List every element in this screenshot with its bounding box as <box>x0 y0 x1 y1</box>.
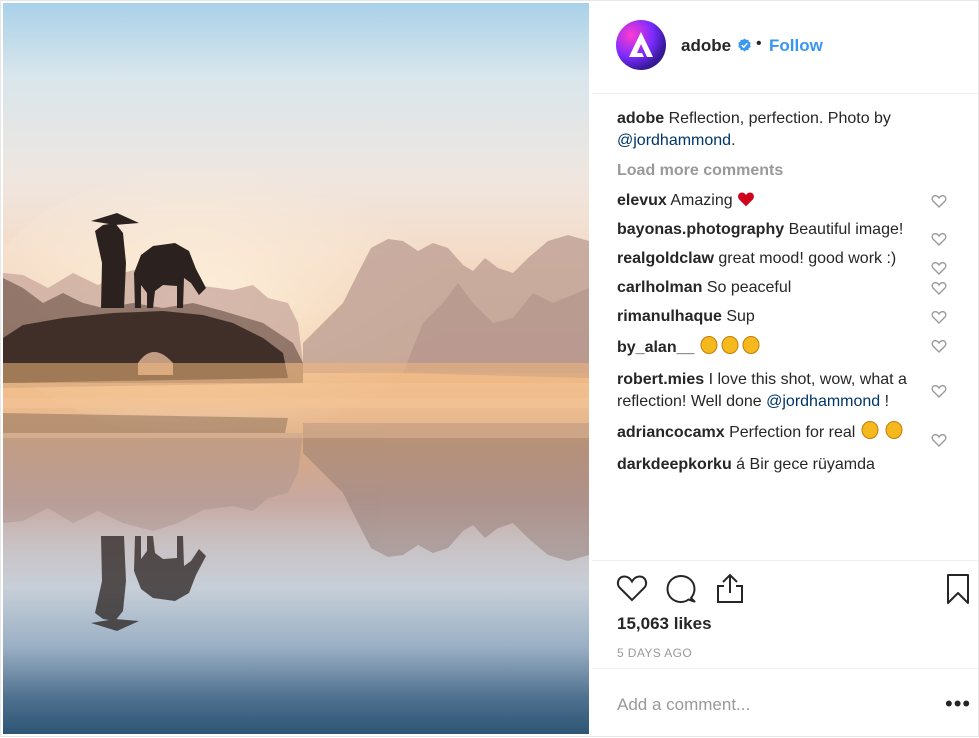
comment-item: adriancocamx Perfection for real <box>617 420 947 447</box>
post-sidebar: adobe • Follow adobe Reflection, perfect… <box>592 0 978 737</box>
comment-text: So peaceful <box>706 279 792 296</box>
likes-count[interactable]: 15,063 likes <box>617 614 712 634</box>
comment-text: Beautiful image! <box>788 221 904 238</box>
save-icon[interactable] <box>946 573 970 605</box>
comment-username[interactable]: darkdeepkorku <box>617 456 732 473</box>
caption-end: . <box>731 132 736 149</box>
comment-username[interactable]: realgoldclaw <box>617 250 714 267</box>
comment-text: Sup <box>726 308 755 325</box>
landscape-image <box>3 163 589 631</box>
comment-item: robert.mies I love this shot, wow, what … <box>617 369 947 413</box>
caption-username[interactable]: adobe <box>617 110 664 127</box>
comment-text: great mood! good work :) <box>718 250 897 267</box>
comments-list[interactable]: adobe Reflection, perfection. Photo by @… <box>617 108 962 558</box>
clapping-hands-emoji-icon <box>884 420 904 447</box>
follow-button[interactable]: Follow <box>769 36 823 56</box>
comment-icon[interactable] <box>665 573 697 605</box>
comment-item: darkdeepkorku á Bir gece rüyamda <box>617 454 907 476</box>
comment-like-icon[interactable] <box>931 432 947 448</box>
comment-like-icon[interactable] <box>931 309 947 325</box>
clapping-hands-emoji-icon <box>699 335 761 362</box>
comment-username[interactable]: robert.mies <box>617 371 704 388</box>
comment-username[interactable]: by_alan__ <box>617 339 694 356</box>
comment-like-icon[interactable] <box>931 338 947 354</box>
red-heart-emoji-icon <box>738 192 755 207</box>
like-icon[interactable] <box>616 573 648 603</box>
comment-item: elevux Amazing <box>617 190 947 212</box>
comment-like-icon[interactable] <box>931 193 947 209</box>
comment-end: ! <box>880 393 890 410</box>
comment-item: realgoldclaw great mood! good work :) <box>617 248 947 275</box>
comment-username[interactable]: elevux <box>617 192 667 209</box>
comment-item: bayonas.photography Beautiful image! <box>617 219 947 246</box>
comment-item: by_alan__ <box>617 335 947 362</box>
caption: adobe Reflection, perfection. Photo by @… <box>617 108 937 152</box>
comment-like-icon[interactable] <box>931 280 947 296</box>
username[interactable]: adobe <box>681 36 731 56</box>
post-photo[interactable] <box>3 3 589 734</box>
avatar[interactable] <box>616 20 666 70</box>
action-bar <box>592 560 978 604</box>
comment-like-icon[interactable] <box>931 260 947 276</box>
comment-like-icon[interactable] <box>931 383 947 399</box>
comment-tag-link[interactable]: @jordhammond <box>766 393 880 410</box>
comment-item: rimanulhaque Sup <box>617 306 947 328</box>
caption-tag-link[interactable]: @jordhammond <box>617 132 731 149</box>
more-options-button[interactable]: ••• <box>945 691 971 717</box>
clapping-hands-emoji-icon <box>860 420 880 447</box>
separator-dot: • <box>756 35 762 52</box>
adobe-logo-icon <box>629 32 653 57</box>
add-comment-bar: Add a comment... ••• <box>592 668 978 738</box>
verified-badge-icon <box>738 38 751 52</box>
comment-username[interactable]: bayonas.photography <box>617 221 784 238</box>
comment-text: Perfection for real <box>729 424 856 441</box>
comment-username[interactable]: carlholman <box>617 279 702 296</box>
post-header: adobe • Follow <box>592 0 978 94</box>
comment-text: Amazing <box>670 192 733 209</box>
share-icon[interactable] <box>715 572 745 604</box>
timestamp[interactable]: 5 DAYS AGO <box>617 646 692 660</box>
add-comment-input[interactable]: Add a comment... <box>617 695 750 715</box>
comment-username[interactable]: rimanulhaque <box>617 308 722 325</box>
comment-username[interactable]: adriancocamx <box>617 424 725 441</box>
comment-item: carlholman So peaceful <box>617 277 947 299</box>
comment-text: á Bir gece rüyamda <box>736 456 875 473</box>
caption-text: Reflection, perfection. Photo by <box>668 110 891 127</box>
load-more-comments-button[interactable]: Load more comments <box>617 160 962 182</box>
comment-like-icon[interactable] <box>931 231 947 247</box>
